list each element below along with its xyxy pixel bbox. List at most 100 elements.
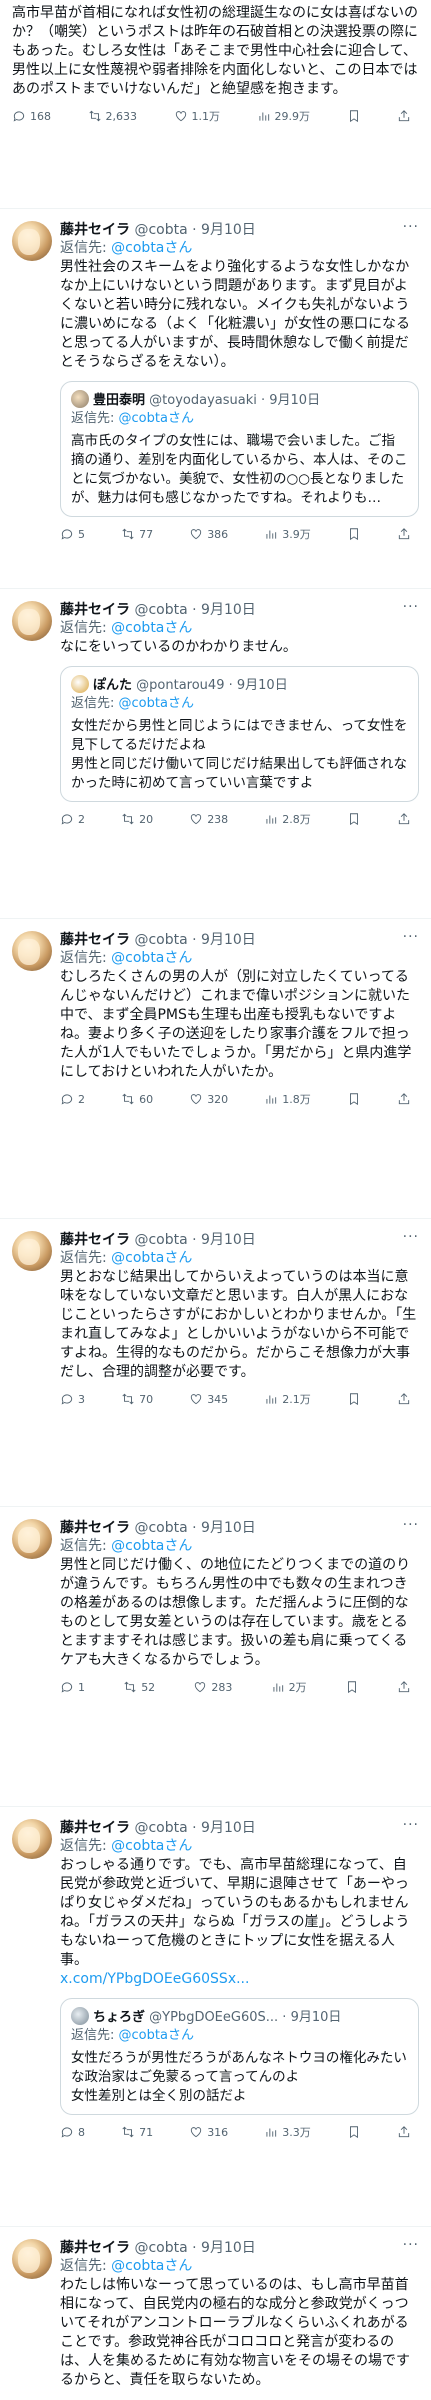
like-button[interactable]: 386 [189, 527, 228, 541]
more-options-icon[interactable]: ··· [403, 599, 419, 615]
tweet-link[interactable]: x.com/YPbgDOEeG60SSx... [60, 1971, 249, 1987]
share-button[interactable] [397, 109, 411, 123]
author-name[interactable]: 藤井セイラ [60, 1820, 130, 1836]
tweet-date[interactable]: 9月10日 [201, 222, 256, 238]
reply-count: 2 [78, 1092, 85, 1106]
avatar[interactable] [12, 2239, 52, 2279]
author-name[interactable]: 藤井セイラ [60, 222, 130, 238]
author-handle[interactable]: @cobta [134, 932, 187, 948]
author-handle[interactable]: @cobta [134, 222, 187, 238]
reply-to-link[interactable]: @cobtaさん [111, 2258, 192, 2274]
share-button[interactable] [397, 812, 411, 826]
avatar[interactable] [12, 931, 52, 971]
author-name[interactable]: 藤井セイラ [60, 602, 130, 618]
heart-icon [191, 2127, 202, 2138]
share-button[interactable] [397, 1392, 411, 1406]
retweet-button[interactable]: 52 [123, 1680, 155, 1694]
reply-to-link[interactable]: @cobtaさん [111, 1250, 192, 1266]
like-button[interactable]: 320 [189, 1092, 228, 1106]
tweet-date[interactable]: 9月10日 [201, 932, 256, 948]
reply-button[interactable]: 168 [12, 109, 51, 123]
avatar[interactable] [12, 601, 52, 641]
author-handle[interactable]: @cobta [134, 1820, 187, 1836]
bookmark-button[interactable] [347, 812, 361, 826]
tweet[interactable]: 藤井セイラ @cobta · 9月10日 高市早苗が首相になれば女性初の総理誕生… [0, 0, 431, 209]
more-options-icon[interactable]: ··· [403, 219, 419, 235]
reply-button[interactable]: 2 [60, 1092, 85, 1106]
tweet[interactable]: ··· 藤井セイラ @cobta · 9月10日 返信先: @cobtaさん 男とおな… [0, 1219, 431, 1507]
like-button[interactable]: 238 [189, 812, 228, 826]
quoted-tweet[interactable]: ちょろぎ @YPbgDOEeG60S... · 9月10日 返信先: @cobta… [60, 1998, 419, 2115]
share-button[interactable] [397, 1092, 411, 1106]
views-button[interactable]: 3.9万 [264, 526, 311, 542]
share-button[interactable] [397, 527, 411, 541]
avatar[interactable] [12, 1819, 52, 1859]
share-button[interactable] [397, 1680, 411, 1694]
retweet-button[interactable]: 77 [121, 527, 153, 541]
retweet-button[interactable]: 20 [121, 812, 153, 826]
reply-to-link[interactable]: @cobtaさん [111, 1838, 192, 1854]
reply-to-link[interactable]: @cobtaさん [111, 950, 192, 966]
bookmark-button[interactable] [345, 1680, 359, 1694]
author-name[interactable]: 藤井セイラ [60, 932, 130, 948]
views-button[interactable]: 29.9万 [257, 108, 310, 124]
tweet-date[interactable]: 9月10日 [201, 1820, 256, 1836]
views-button[interactable]: 3.3万 [264, 2124, 311, 2140]
reply-label: 返信先: [71, 696, 115, 711]
author-handle[interactable]: @cobta [134, 1232, 187, 1248]
author-name[interactable]: 藤井セイラ [60, 1232, 130, 1248]
like-button[interactable]: 283 [193, 1680, 232, 1694]
author-handle[interactable]: @cobta [134, 2240, 187, 2256]
avatar[interactable] [12, 1231, 52, 1271]
views-button[interactable]: 2.1万 [264, 1391, 311, 1407]
tweet-text: むしろたくさんの男の人が（別に対立したくていってるんじゃないんだけど）これまで偉… [60, 968, 419, 1082]
like-button[interactable]: 1.1万 [174, 108, 220, 124]
more-options-icon[interactable]: ··· [403, 1517, 419, 1533]
views-button[interactable]: 1.8万 [264, 1091, 311, 1107]
avatar[interactable] [12, 1519, 52, 1559]
tweet-date[interactable]: 9月10日 [201, 1520, 256, 1536]
tweet-date[interactable]: 9月10日 [201, 602, 256, 618]
author-name[interactable]: 藤井セイラ [60, 2240, 130, 2256]
quoted-tweet[interactable]: 豊田泰明 @toyodayasuaki · 9月10日 返信先: @cobtaさん… [60, 381, 419, 517]
tweet[interactable]: ··· 藤井セイラ @cobta · 9月10日 返信先: @cobtaさん むしろた… [0, 919, 431, 1219]
quoted-tweet[interactable]: ぽんた @pontarou49 · 9月10日 返信先: @cobtaさん 女性だか… [60, 666, 419, 802]
like-button[interactable]: 316 [189, 2125, 228, 2139]
tweet-date[interactable]: 9月10日 [201, 2240, 256, 2256]
bookmark-button[interactable] [347, 109, 361, 123]
author-handle[interactable]: @cobta [134, 602, 187, 618]
more-options-icon[interactable]: ··· [403, 1229, 419, 1245]
tweet[interactable]: ··· 藤井セイラ @cobta · 9月10日 返信先: @cobtaさん わたしは… [0, 2227, 431, 2400]
tweet[interactable]: ··· 藤井セイラ @cobta · 9月10日 返信先: @cobtaさん おっしゃ… [0, 1807, 431, 2227]
avatar[interactable] [12, 221, 52, 261]
retweet-button[interactable]: 70 [121, 1392, 153, 1406]
more-options-icon[interactable]: ··· [403, 1817, 419, 1833]
views-button[interactable]: 2.8万 [264, 811, 311, 827]
reply-to-link[interactable]: @cobtaさん [111, 620, 192, 636]
reply-to-link[interactable]: @cobtaさん [111, 1538, 192, 1554]
bookmark-button[interactable] [347, 2125, 361, 2139]
retweet-button[interactable]: 2,633 [88, 109, 137, 123]
retweet-button[interactable]: 60 [121, 1092, 153, 1106]
author-name[interactable]: 藤井セイラ [60, 1520, 130, 1536]
author-handle[interactable]: @cobta [134, 1520, 187, 1536]
reply-button[interactable]: 5 [60, 527, 85, 541]
tweet[interactable]: ··· 藤井セイラ @cobta · 9月10日 返信先: @cobtaさん 男性と同… [0, 1507, 431, 1807]
like-button[interactable]: 345 [189, 1392, 228, 1406]
reply-button[interactable]: 3 [60, 1392, 85, 1406]
reply-button[interactable]: 2 [60, 812, 85, 826]
tweet-date[interactable]: 9月10日 [201, 1232, 256, 1248]
more-options-icon[interactable]: ··· [403, 2237, 419, 2253]
reply-button[interactable]: 1 [60, 1680, 85, 1694]
tweet[interactable]: ··· 藤井セイラ @cobta · 9月10日 返信先: @cobtaさん なにをい… [0, 589, 431, 919]
bookmark-button[interactable] [347, 1392, 361, 1406]
share-button[interactable] [397, 2125, 411, 2139]
reply-button[interactable]: 8 [60, 2125, 85, 2139]
tweet[interactable]: ··· 藤井セイラ @cobta · 9月10日 返信先: @cobtaさん 男性社会… [0, 209, 431, 589]
bookmark-button[interactable] [347, 527, 361, 541]
reply-to-link[interactable]: @cobtaさん [111, 240, 192, 256]
retweet-button[interactable]: 71 [121, 2125, 153, 2139]
bookmark-button[interactable] [347, 1092, 361, 1106]
more-options-icon[interactable]: ··· [403, 929, 419, 945]
views-button[interactable]: 2万 [271, 1679, 307, 1695]
